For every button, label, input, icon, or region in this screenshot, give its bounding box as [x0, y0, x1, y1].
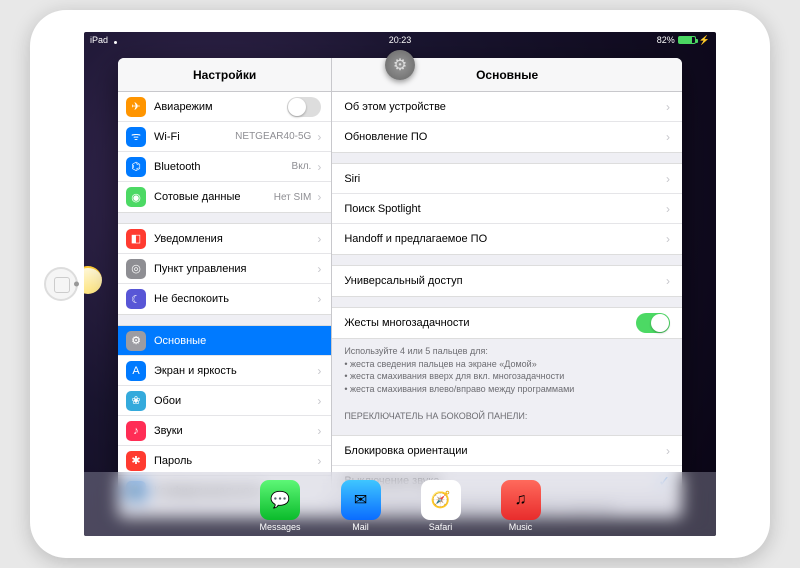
- sidebar-icon: ❀: [126, 391, 146, 411]
- chevron-icon: ›: [666, 232, 670, 246]
- toggle[interactable]: [636, 313, 670, 333]
- detail-row-Универсальный доступ[interactable]: Универсальный доступ›: [332, 266, 682, 296]
- sidebar-item-Экран и яркость[interactable]: A Экран и яркость ›: [118, 356, 331, 386]
- sidebar-icon: ♪: [126, 421, 146, 441]
- battery-pct: 82%: [657, 35, 675, 45]
- sidebar-label: Авиарежим: [154, 101, 287, 113]
- toggle[interactable]: [287, 97, 321, 117]
- detail-row-Об этом устройстве[interactable]: Об этом устройстве›: [332, 92, 682, 122]
- chevron-icon: ›: [666, 172, 670, 186]
- sidebar-icon: ⌬: [126, 157, 146, 177]
- sidebar-label: Обои: [154, 395, 311, 407]
- detail-pane[interactable]: Об этом устройстве›Обновление ПО› Siri›По…: [332, 92, 682, 518]
- sidebar-label: Пароль: [154, 455, 311, 467]
- sidebar-label: Уведомления: [154, 233, 311, 245]
- sidebar-value: Вкл.: [292, 161, 312, 172]
- device-label: iPad: [90, 35, 108, 45]
- settings-app-icon: ⚙: [385, 50, 415, 80]
- sidebar-item-Звуки[interactable]: ♪ Звуки ›: [118, 416, 331, 446]
- section-label: ПЕРЕКЛЮЧАТЕЛЬ НА БОКОВОЙ ПАНЕЛИ:: [332, 401, 682, 425]
- sidebar-icon: ⚙: [126, 331, 146, 351]
- sidebar-icon: ✈: [126, 97, 146, 117]
- detail-row-Жесты многозадачности[interactable]: Жесты многозадачности: [332, 308, 682, 338]
- safari-icon: 🧭: [421, 480, 461, 520]
- detail-row-Handoff и предлагаемое ПО[interactable]: Handoff и предлагаемое ПО›: [332, 224, 682, 254]
- chevron-icon: ›: [666, 130, 670, 144]
- wifi-icon: [111, 36, 121, 44]
- sidebar-item-Обои[interactable]: ❀ Обои ›: [118, 386, 331, 416]
- hint-text: Используйте 4 или 5 пальцев для:• жеста …: [332, 339, 682, 401]
- screen: iPad 20:23 82% ⚡ ⚙ Настройки Основные ✈ А…: [84, 32, 716, 536]
- detail-row-Блокировка ориентации[interactable]: Блокировка ориентации›: [332, 436, 682, 466]
- sidebar-label: Не беспокоить: [154, 293, 311, 305]
- sidebar-icon: ✱: [126, 451, 146, 471]
- sidebar-value: NETGEAR40-5G: [235, 131, 311, 142]
- settings-window: Настройки Основные ✈ Авиарежим ᯤ Wi-Fi NETGE…: [118, 58, 682, 518]
- sidebar-item-Авиарежим[interactable]: ✈ Авиарежим: [118, 92, 331, 122]
- charging-icon: ⚡: [699, 35, 710, 46]
- dock-music[interactable]: ♫ Music: [501, 480, 541, 532]
- chevron-icon: ›: [317, 394, 321, 408]
- sidebar-label: Bluetooth: [154, 161, 288, 173]
- chevron-icon: ›: [317, 190, 321, 204]
- sidebar[interactable]: ✈ Авиарежим ᯤ Wi-Fi NETGEAR40-5G › ⌬ Bluetooth В…: [118, 92, 332, 518]
- ipad-frame: iPad 20:23 82% ⚡ ⚙ Настройки Основные ✈ А…: [30, 10, 770, 558]
- chevron-icon: ›: [666, 274, 670, 288]
- status-bar: iPad 20:23 82% ⚡: [84, 32, 716, 48]
- chevron-icon: ›: [317, 364, 321, 378]
- chevron-icon: ›: [666, 100, 670, 114]
- home-button[interactable]: [44, 267, 78, 301]
- sidebar-label: Звуки: [154, 425, 311, 437]
- messages-icon: 💬: [260, 480, 300, 520]
- sidebar-item-Не беспокоить[interactable]: ☾ Не беспокоить ›: [118, 284, 331, 314]
- sidebar-icon: ◎: [126, 259, 146, 279]
- sidebar-item-Пункт управления[interactable]: ◎ Пункт управления ›: [118, 254, 331, 284]
- music-icon: ♫: [501, 480, 541, 520]
- mail-icon: ✉: [341, 480, 381, 520]
- chevron-icon: ›: [317, 160, 321, 174]
- header-left: Настройки: [118, 58, 332, 91]
- sidebar-value: Нет SIM: [274, 192, 312, 203]
- sidebar-icon: A: [126, 361, 146, 381]
- chevron-icon: ›: [317, 130, 321, 144]
- sidebar-label: Пункт управления: [154, 263, 311, 275]
- chevron-icon: ›: [317, 292, 321, 306]
- chevron-icon: ›: [317, 262, 321, 276]
- sidebar-label: Сотовые данные: [154, 191, 270, 203]
- dock-messages[interactable]: 💬 Messages: [259, 480, 300, 532]
- sidebar-item-Сотовые данные[interactable]: ◉ Сотовые данные Нет SIM ›: [118, 182, 331, 212]
- sidebar-item-Основные[interactable]: ⚙ Основные: [118, 326, 331, 356]
- sidebar-item-Уведомления[interactable]: ◧ Уведомления ›: [118, 224, 331, 254]
- camera-dot: [74, 282, 79, 287]
- sidebar-label: Основные: [154, 335, 321, 347]
- sidebar-icon: ◧: [126, 229, 146, 249]
- sidebar-label: Wi-Fi: [154, 131, 231, 143]
- sidebar-icon: ◉: [126, 187, 146, 207]
- sidebar-item-Bluetooth[interactable]: ⌬ Bluetooth Вкл. ›: [118, 152, 331, 182]
- sidebar-icon: ☾: [126, 289, 146, 309]
- dock: 💬 Messages ✉ Mail 🧭 Safari ♫ Music: [84, 472, 716, 536]
- chevron-icon: ›: [666, 202, 670, 216]
- clock: 20:23: [389, 35, 412, 45]
- dock-safari[interactable]: 🧭 Safari: [421, 480, 461, 532]
- dock-mail[interactable]: ✉ Mail: [341, 480, 381, 532]
- battery-icon: [678, 36, 696, 44]
- chevron-icon: ›: [317, 454, 321, 468]
- chevron-icon: ›: [317, 232, 321, 246]
- detail-row-Поиск Spotlight[interactable]: Поиск Spotlight›: [332, 194, 682, 224]
- chevron-icon: ›: [666, 444, 670, 458]
- detail-row-Siri[interactable]: Siri›: [332, 164, 682, 194]
- detail-row-Обновление ПО[interactable]: Обновление ПО›: [332, 122, 682, 152]
- notes-icon[interactable]: [84, 266, 102, 294]
- chevron-icon: ›: [317, 424, 321, 438]
- sidebar-item-Wi-Fi[interactable]: ᯤ Wi-Fi NETGEAR40-5G ›: [118, 122, 331, 152]
- sidebar-label: Экран и яркость: [154, 365, 311, 377]
- sidebar-icon: ᯤ: [126, 127, 146, 147]
